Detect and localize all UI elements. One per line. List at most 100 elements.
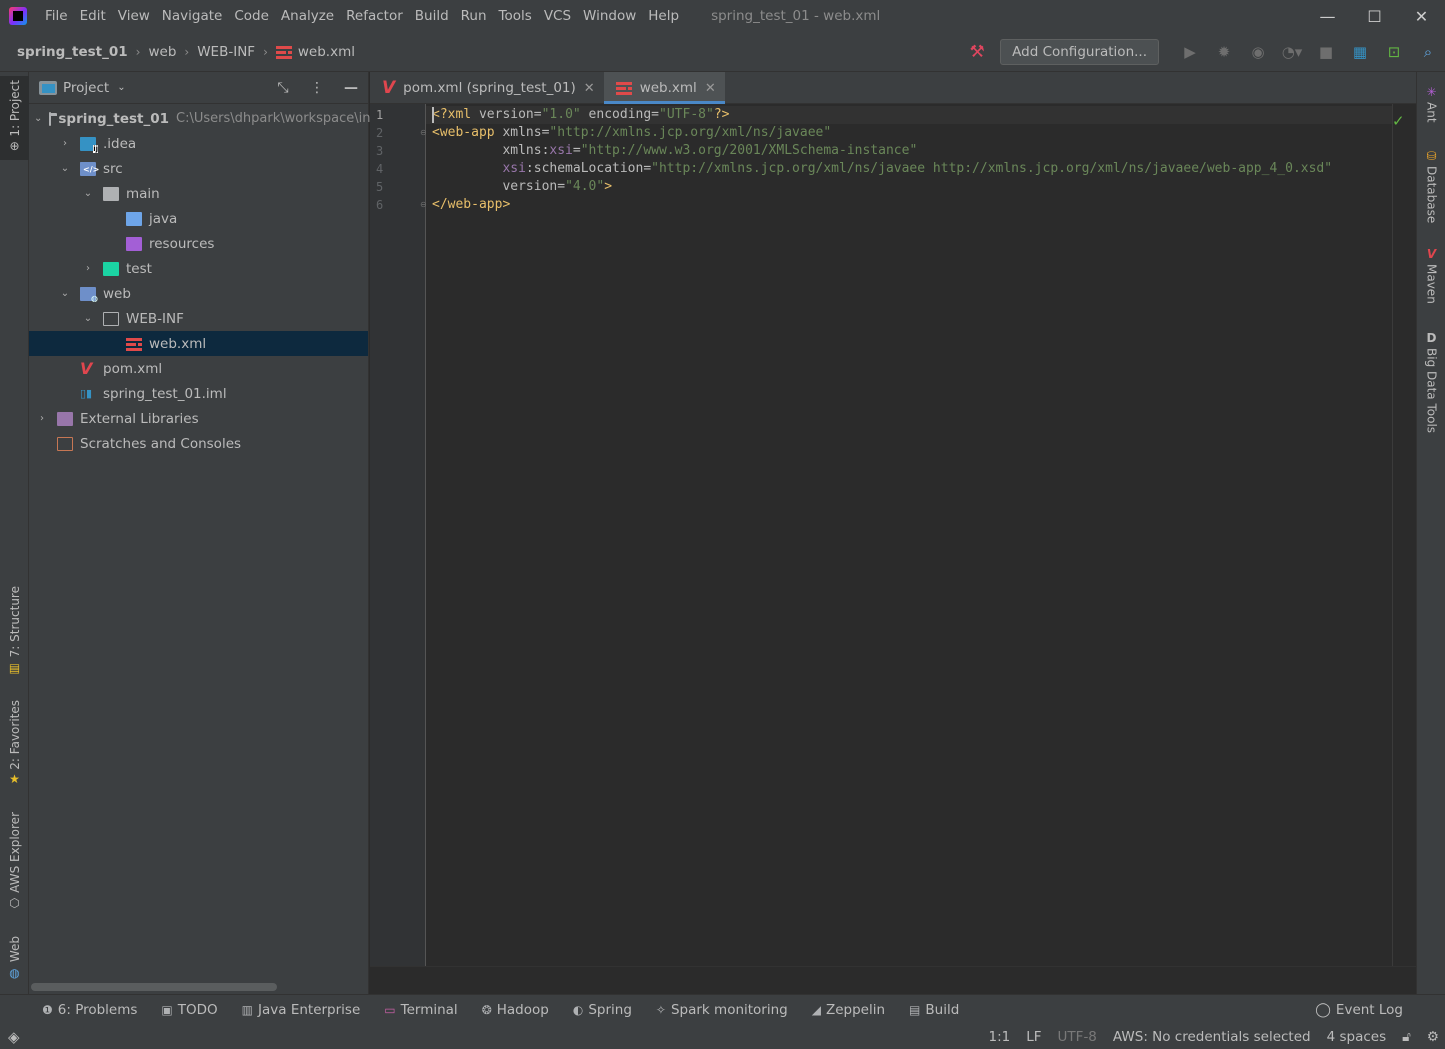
- chevron-right-icon[interactable]: ›: [57, 138, 73, 149]
- tool-window-hadoop[interactable]: ❂ Hadoop: [482, 1002, 549, 1018]
- tool-window-java-enterprise[interactable]: ▥ Java Enterprise: [242, 1002, 361, 1018]
- code-token: version=: [478, 107, 542, 122]
- menu-run[interactable]: Run: [455, 0, 493, 32]
- breadcrumb-web-inf[interactable]: WEB-INF: [197, 44, 255, 60]
- aws-credentials[interactable]: AWS: No credentials selected: [1113, 1029, 1311, 1045]
- tree-item[interactable]: ⌄ ◍ web: [29, 281, 368, 306]
- chevron-right-icon[interactable]: ›: [34, 413, 50, 424]
- project-view-selector[interactable]: Project: [63, 80, 109, 96]
- profile-icon[interactable]: ◔▾: [1275, 32, 1309, 72]
- tab-web-xml[interactable]: web.xml ✕: [603, 72, 725, 104]
- close-window-button[interactable]: ✕: [1398, 0, 1445, 32]
- caret-position[interactable]: 1:1: [989, 1029, 1011, 1045]
- layers-icon[interactable]: ◈: [8, 1028, 20, 1046]
- menu-view[interactable]: View: [112, 0, 156, 32]
- tree-item[interactable]: ⌄ main: [29, 181, 368, 206]
- tree-item[interactable]: Vpom.xml: [29, 356, 368, 381]
- menu-vcs[interactable]: VCS: [538, 0, 577, 32]
- close-icon[interactable]: ✕: [705, 81, 716, 96]
- menu-file[interactable]: File: [39, 0, 74, 32]
- tree-item[interactable]: java: [29, 206, 368, 231]
- tree-item[interactable]: › ij .idea: [29, 131, 368, 156]
- chevron-down-icon[interactable]: ⌄: [117, 82, 125, 93]
- tool-window-spark-monitoring[interactable]: ✧ Spark monitoring: [656, 1002, 788, 1018]
- chevron-down-icon[interactable]: ⌄: [34, 113, 42, 124]
- menu-help[interactable]: Help: [642, 0, 685, 32]
- structure-tool-label: 7: Structure: [7, 586, 22, 658]
- fold-open-icon[interactable]: ⊖: [420, 128, 427, 137]
- debug-icon[interactable]: ✹: [1207, 32, 1241, 72]
- tool-window-spring[interactable]: ◐ Spring: [573, 1002, 632, 1018]
- minimize-button[interactable]: —: [1304, 0, 1351, 32]
- line-number: 1: [376, 108, 384, 122]
- chevron-down-icon[interactable]: ⌄: [57, 288, 73, 299]
- hammer-icon[interactable]: ⚒: [960, 32, 994, 72]
- line-number-gutter[interactable]: [370, 104, 426, 966]
- breadcrumb-web-xml[interactable]: web.xml: [275, 44, 355, 60]
- tab-pom-xml[interactable]: V pom.xml (spring_test_01) ✕: [370, 72, 604, 104]
- menu-analyze[interactable]: Analyze: [275, 0, 340, 32]
- terminal-icon[interactable]: ⊡: [1377, 32, 1411, 72]
- add-configuration-button[interactable]: Add Configuration...: [1000, 39, 1159, 65]
- chevron-down-icon[interactable]: ⌄: [80, 188, 96, 199]
- big-data-tools-tab[interactable]: D Big Data Tools: [1417, 326, 1445, 436]
- horizontal-scrollbar[interactable]: [31, 983, 277, 991]
- fold-close-icon[interactable]: ⊖: [420, 200, 427, 209]
- ant-tool-tab[interactable]: ✳ Ant: [1417, 78, 1445, 126]
- project-tool-tab[interactable]: 1: Project ⊕: [0, 76, 29, 160]
- file-encoding[interactable]: UTF-8: [1058, 1029, 1097, 1045]
- database-tool-tab[interactable]: ⛁ Database: [1417, 144, 1445, 226]
- structure-tool-tab[interactable]: 7: Structure ▤: [0, 582, 29, 682]
- indent-setting[interactable]: 4 spaces: [1327, 1029, 1387, 1045]
- code-editor[interactable]: 123456 ⊖ ⊖ <?xml version="1.0" encoding=…: [370, 104, 1416, 966]
- tree-item[interactable]: ▯▮ spring_test_01.iml: [29, 381, 368, 406]
- layout-icon[interactable]: ▦: [1343, 32, 1377, 72]
- menu-tools[interactable]: Tools: [493, 0, 538, 32]
- tool-window-build[interactable]: ▤ Build: [909, 1002, 959, 1018]
- breadcrumb-separator: ›: [263, 44, 268, 59]
- breadcrumb-web[interactable]: web: [148, 44, 176, 60]
- menu-build[interactable]: Build: [409, 0, 455, 32]
- chevron-down-icon[interactable]: ⌄: [80, 313, 96, 324]
- run-icon[interactable]: ▶: [1173, 32, 1207, 72]
- chevron-down-icon[interactable]: ⌄: [57, 163, 73, 174]
- search-icon[interactable]: ⌕: [1411, 32, 1445, 72]
- maximize-button[interactable]: ☐: [1351, 0, 1398, 32]
- chevron-right-icon[interactable]: ›: [80, 263, 96, 274]
- close-icon[interactable]: ✕: [584, 81, 595, 96]
- tool-window-6-problems[interactable]: ❶ 6: Problems: [42, 1002, 137, 1018]
- aws-explorer-tool-tab[interactable]: AWS Explorer ⬡: [0, 810, 29, 915]
- inspection-settings-icon[interactable]: ⚙: [1427, 1029, 1439, 1045]
- code-token: version=: [432, 179, 566, 194]
- web-tool-tab[interactable]: Web ◍: [0, 932, 29, 987]
- more-options-icon[interactable]: ⋮: [300, 80, 334, 96]
- tool-window-terminal[interactable]: ▭ Terminal: [384, 1002, 457, 1018]
- tree-item[interactable]: ⌄ spring_test_01 C:\Users\dhpark\workspace…: [29, 106, 370, 131]
- tree-item[interactable]: web.xml: [29, 331, 368, 356]
- tree-item[interactable]: › External Libraries: [29, 406, 368, 431]
- coverage-icon[interactable]: ◉: [1241, 32, 1275, 72]
- tool-window-todo[interactable]: ▣ TODO: [161, 1002, 217, 1018]
- favorites-tool-tab[interactable]: 2: Favorites ★: [0, 697, 29, 792]
- event-log-button[interactable]: ◯ Event Log: [1315, 995, 1403, 1025]
- hide-panel-icon[interactable]: —: [334, 80, 368, 96]
- tree-item[interactable]: ⌄ </> src: [29, 156, 368, 181]
- menu-navigate[interactable]: Navigate: [156, 0, 229, 32]
- breadcrumb-project[interactable]: spring_test_01: [17, 44, 128, 60]
- line-separator[interactable]: LF: [1026, 1029, 1041, 1045]
- tree-item[interactable]: › test: [29, 256, 368, 281]
- scratches-icon: [57, 436, 73, 451]
- stop-icon[interactable]: ■: [1309, 32, 1343, 72]
- menu-window[interactable]: Window: [577, 0, 642, 32]
- collapse-all-icon[interactable]: ⤡: [266, 80, 300, 96]
- maven-tool-tab[interactable]: V Maven: [1417, 240, 1445, 308]
- code-token: "UTF-8": [659, 107, 714, 122]
- menu-edit[interactable]: Edit: [74, 0, 112, 32]
- tree-item[interactable]: resources: [29, 231, 368, 256]
- menu-code[interactable]: Code: [228, 0, 275, 32]
- unlock-icon[interactable]: 🔓︎: [1402, 1029, 1411, 1045]
- tree-item[interactable]: Scratches and Consoles: [29, 431, 368, 456]
- tool-window-zeppelin[interactable]: ◢ Zeppelin: [812, 1002, 885, 1018]
- tree-item[interactable]: ⌄ WEB-INF: [29, 306, 368, 331]
- menu-refactor[interactable]: Refactor: [340, 0, 409, 32]
